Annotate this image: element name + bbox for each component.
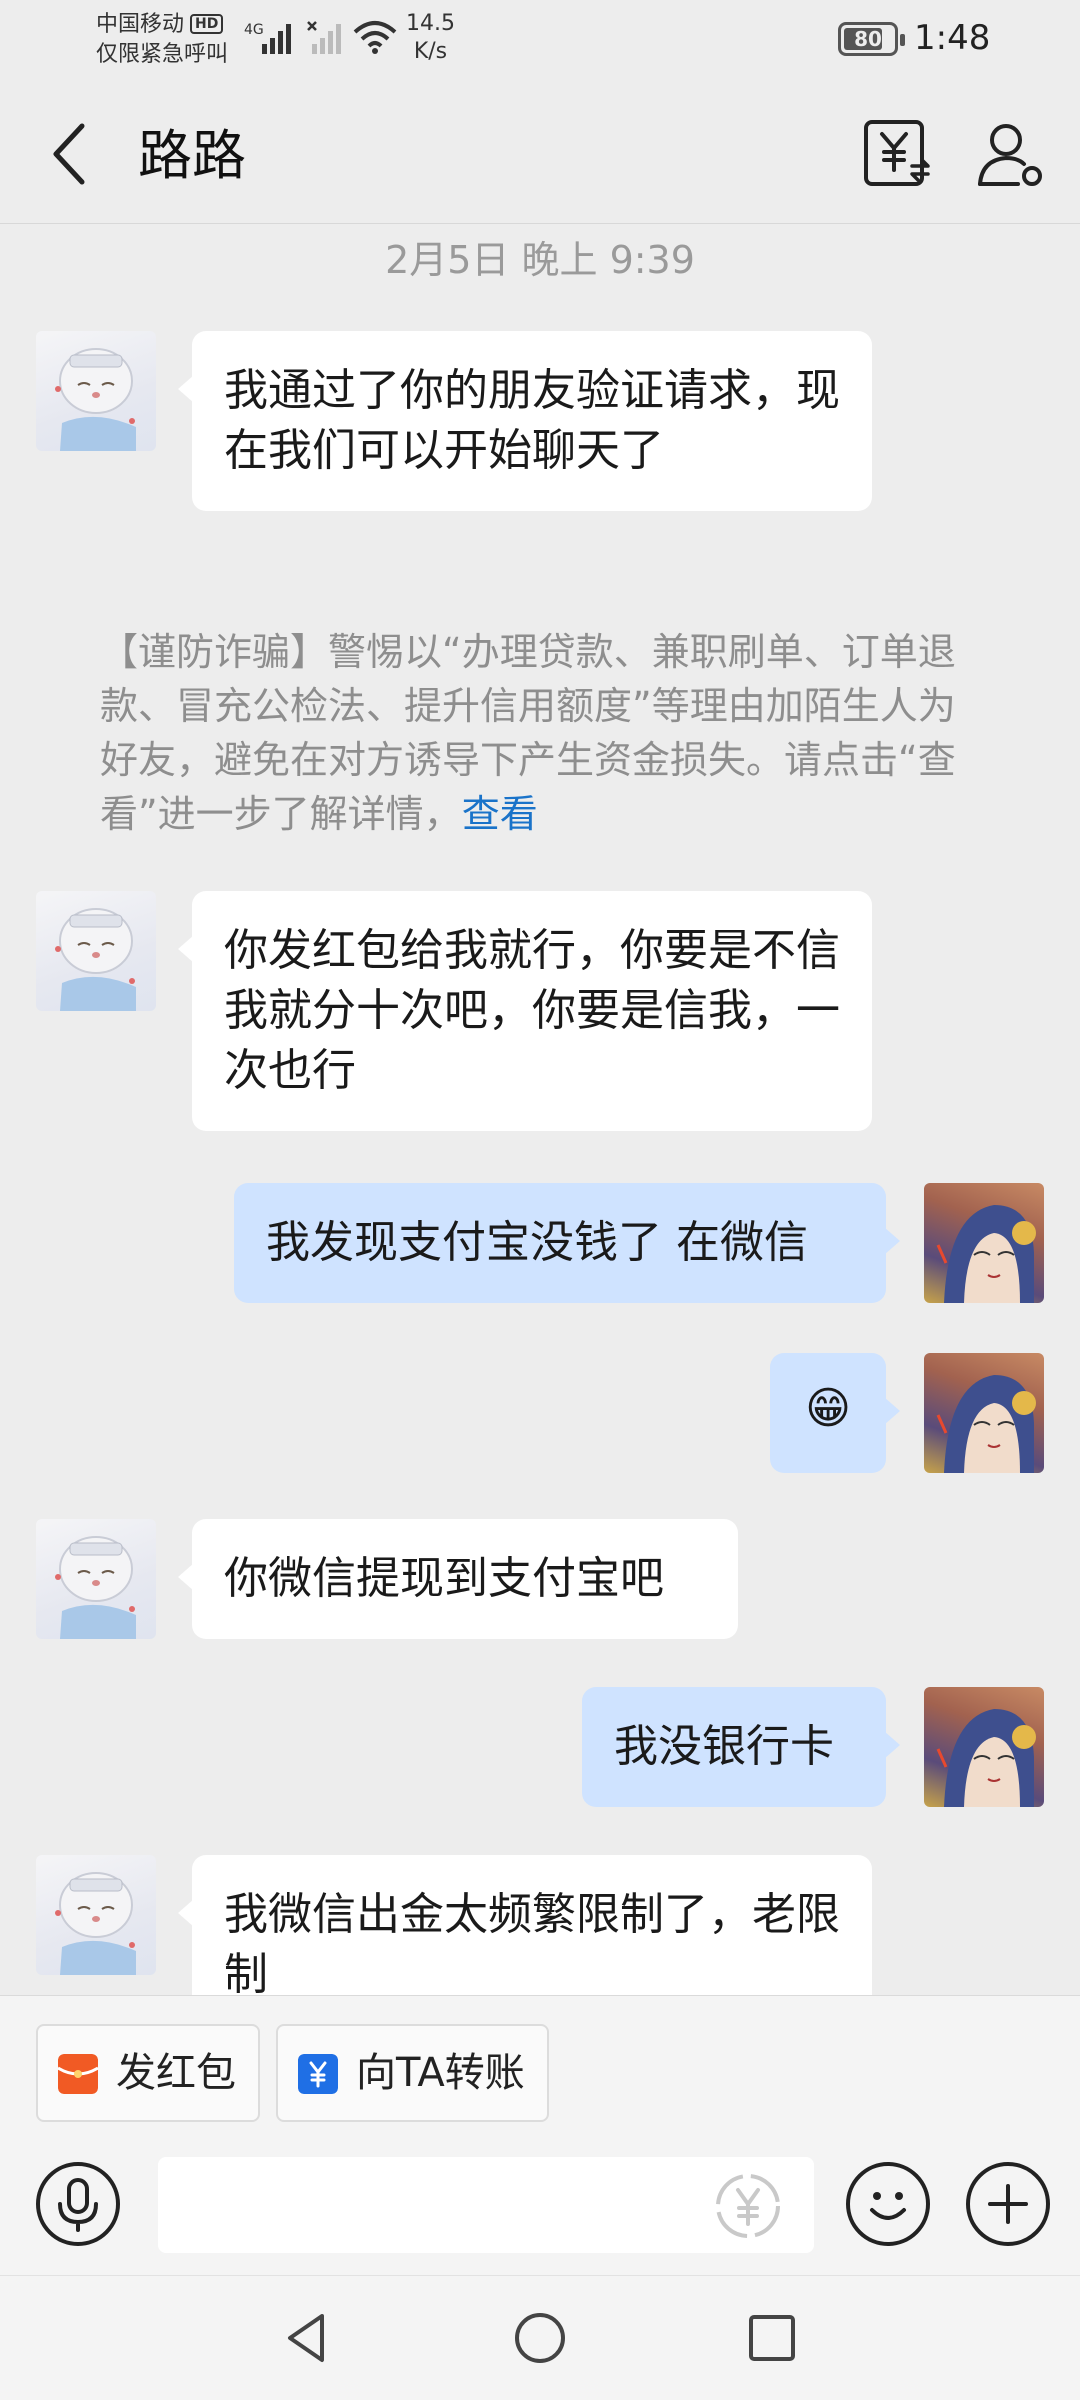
message-bubble-incoming[interactable]: 我通过了你的朋友验证请求，现在我们可以开始聊天了	[178, 331, 872, 511]
carrier-name: 中国移动	[96, 12, 185, 37]
signal-4g-icon: 4G	[244, 22, 291, 54]
emoji-icon	[870, 2192, 906, 2220]
message-timestamp: 2月5日 晚上 9:39	[385, 238, 695, 282]
nav-home-icon[interactable]	[508, 2306, 572, 2370]
network-type: 4G	[244, 22, 264, 38]
more-actions-button[interactable]	[966, 2162, 1050, 2246]
transfer-money-label: 向TA转账	[356, 2050, 525, 2096]
chat-area[interactable]: 2月5日 晚上 9:39 我通过了你的朋友验证请求，现在我们可以开始聊天了 【谨…	[0, 225, 1080, 1995]
transfer-money-button[interactable]: 向TA转账	[276, 2024, 549, 2122]
anime-avatar-icon	[55, 1872, 136, 1975]
net-speed-unit: K/s	[413, 39, 448, 64]
carrier-info: 中国移动 HD 仅限紧急呼叫	[96, 10, 228, 70]
back-arrow-icon[interactable]	[40, 118, 104, 190]
anime-avatar-icon	[55, 348, 136, 451]
message-bubble-outgoing[interactable]: 😁	[770, 1353, 900, 1473]
system-navigation-bar	[0, 2275, 1080, 2400]
emoji-message: 😁	[805, 1383, 851, 1434]
net-speed: 14.5 K/s	[406, 10, 455, 66]
my-avatar[interactable]	[924, 1183, 1044, 1303]
my-avatar[interactable]	[924, 1353, 1044, 1473]
hd-badge: HD	[190, 14, 224, 34]
chat-header: 路路	[0, 84, 1080, 224]
message-bubble-incoming[interactable]: 你微信提现到支付宝吧	[178, 1519, 738, 1639]
message-bubble-outgoing[interactable]: 我没银行卡	[582, 1687, 900, 1807]
battery-icon: 80	[838, 22, 905, 56]
plus-icon	[988, 2184, 1028, 2224]
signal-no-sim-icon	[307, 21, 341, 54]
message-bubble-outgoing[interactable]: 我发现支付宝没钱了 在微信	[234, 1183, 900, 1303]
wifi-icon	[353, 21, 397, 54]
message-bubble-incoming[interactable]: 我微信出金太频繁限制了，老限制	[178, 1855, 872, 1995]
emoji-button[interactable]	[846, 2162, 930, 2246]
contact-avatar[interactable]	[36, 1855, 156, 1975]
view-details-link[interactable]: 查看	[462, 792, 538, 836]
transfer-icon	[298, 2054, 338, 2094]
voice-icon	[58, 2178, 98, 2232]
send-red-packet-button[interactable]: 发红包	[36, 2024, 260, 2122]
quick-action-bar: 发红包 向TA转账	[0, 1995, 1080, 2130]
contact-profile-icon[interactable]	[968, 112, 1052, 196]
net-speed-value: 14.5	[406, 11, 455, 36]
contact-avatar[interactable]	[36, 891, 156, 1011]
contact-avatar[interactable]	[36, 331, 156, 451]
battery-nub	[900, 34, 905, 46]
red-packet-icon	[58, 2054, 98, 2094]
send-red-packet-label: 发红包	[116, 2050, 236, 2096]
battery-level: 80	[854, 27, 882, 51]
contact-avatar[interactable]	[36, 1519, 156, 1639]
anime-avatar-icon	[55, 1536, 136, 1639]
voice-button[interactable]	[36, 2162, 120, 2246]
anime-avatar-icon	[55, 908, 136, 1011]
contact-name: 路路	[138, 124, 246, 187]
money-transfer-icon[interactable]	[854, 112, 938, 196]
hooded-character-avatar-icon	[936, 1375, 1036, 1473]
fraud-warning-notice: 【谨防诈骗】警惕以“办理贷款、兼职刷单、订单退款、冒充公检法、提升信用额度”等理…	[100, 625, 980, 841]
emergency-text: 仅限紧急呼叫	[96, 42, 229, 67]
hooded-character-avatar-icon	[936, 1709, 1036, 1807]
message-bubble-incoming[interactable]: 你发红包给我就行，你要是不信我就分十次吧，你要是信我，一次也行	[178, 891, 872, 1131]
nav-recents-icon[interactable]	[740, 2306, 804, 2370]
clock: 1:48	[914, 18, 991, 58]
hooded-character-avatar-icon	[936, 1205, 1036, 1303]
nav-back-icon[interactable]	[276, 2306, 340, 2370]
money-icon[interactable]	[712, 2170, 784, 2242]
my-avatar[interactable]	[924, 1687, 1044, 1807]
status-bar: 中国移动 HD 仅限紧急呼叫 4G 14.5 K/s 80 1:48	[0, 0, 1080, 84]
message-input-bar	[0, 2130, 1080, 2275]
